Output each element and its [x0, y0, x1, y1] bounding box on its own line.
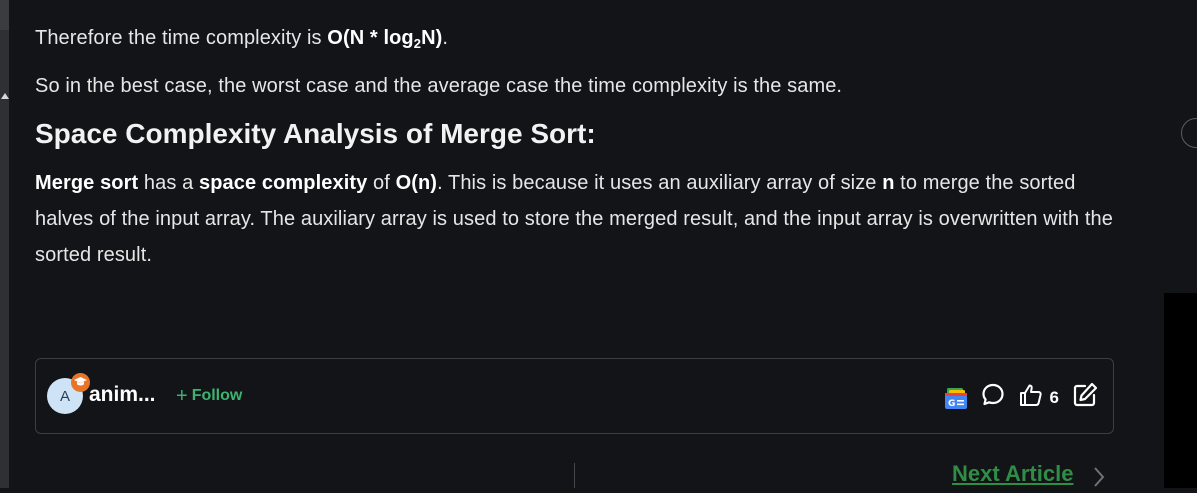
like-count: 6 — [1049, 387, 1059, 407]
section-heading: Space Complexity Analysis of Merge Sort: — [35, 118, 596, 149]
p1-bold-complexity: O(N * log2N) — [327, 27, 443, 51]
p1-subscript: 2 — [413, 36, 422, 51]
edit-icon[interactable] — [1071, 381, 1099, 414]
p3-text-1: has a — [138, 172, 199, 194]
plus-icon: + — [176, 385, 188, 407]
article-actions: G 6 — [944, 381, 1099, 414]
next-article-link[interactable]: Next Article — [952, 461, 1073, 487]
graduation-cap-icon — [71, 373, 90, 392]
thumbs-up-icon[interactable] — [1018, 382, 1044, 413]
p3-bold-on: O(n) — [395, 172, 438, 194]
nav-divider — [574, 463, 575, 488]
p3-bold-space-complexity: space complexity — [199, 172, 368, 194]
cases-sentence: So in the best case, the worst case and … — [35, 75, 843, 97]
follow-button[interactable]: + Follow — [176, 385, 242, 408]
time-complexity-sentence: Therefore the time complexity is O(N * l… — [35, 20, 448, 56]
space-complexity-paragraph: Merge sort has a space complexity of O(n… — [35, 165, 1115, 273]
side-circle-button[interactable] — [1181, 118, 1197, 148]
svg-text:G: G — [948, 399, 955, 409]
follow-label: Follow — [191, 387, 243, 404]
collapse-caret-icon[interactable] — [1, 93, 9, 99]
left-scroll-strip[interactable] — [0, 0, 9, 488]
google-news-icon[interactable]: G — [944, 386, 968, 410]
p1-suffix: . — [442, 27, 449, 49]
p3-text-3: . This is because it uses an auxiliary a… — [437, 172, 883, 194]
chevron-right-icon[interactable] — [1092, 466, 1106, 493]
p3-bold-merge-sort: Merge sort — [35, 172, 139, 194]
p1-bold-a: O(N * log — [327, 27, 414, 49]
p3-text-2: of — [367, 172, 396, 194]
author-name[interactable]: anim... — [89, 383, 156, 407]
p1-text: Therefore the time complexity is — [35, 27, 328, 49]
left-strip-cap — [0, 0, 9, 30]
author-bar: A anim... + Follow G 6 — [35, 358, 1114, 434]
p1-bold-b: N) — [421, 27, 443, 49]
right-panel-edge — [1164, 293, 1197, 488]
p3-bold-n: n — [882, 172, 895, 194]
comment-icon[interactable] — [980, 382, 1006, 413]
